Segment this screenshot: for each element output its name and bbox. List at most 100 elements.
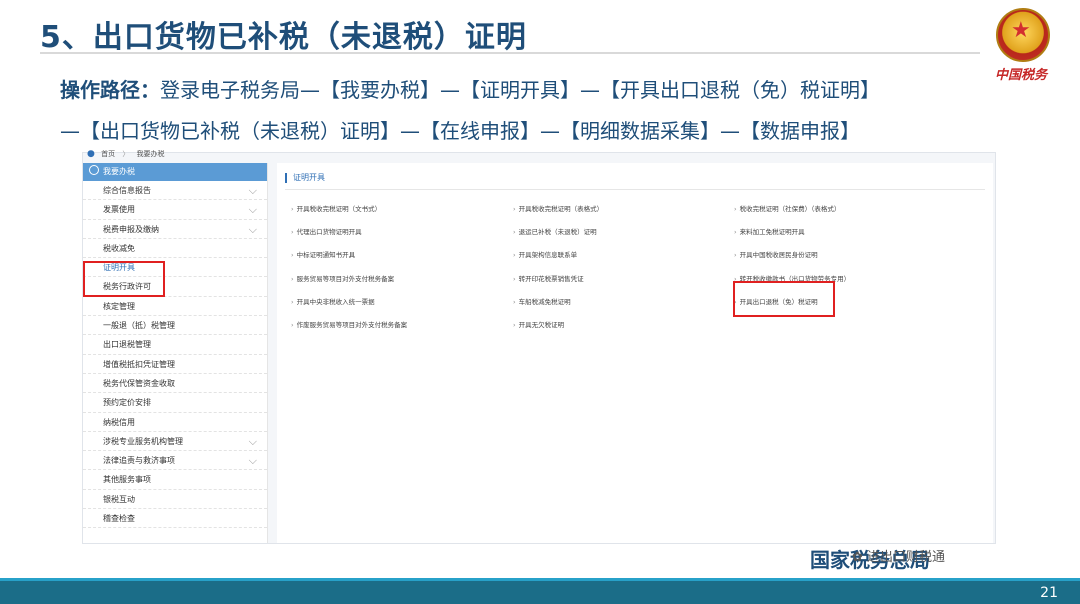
page-number: 21 (1040, 585, 1058, 601)
bullet-icon: › (291, 251, 294, 260)
sidebar-item[interactable]: 涉税专业服务机构管理 ⌵ (83, 432, 267, 452)
main-title: 证明开具 (285, 173, 325, 183)
sidebar-item-label: 核定管理 (103, 301, 135, 311)
sidebar-item[interactable]: 增值税抵扣凭证管理 (83, 355, 267, 374)
bullet-icon: › (513, 321, 516, 329)
bullet-icon: › (513, 228, 516, 237)
sidebar-menu: 综合信息报告 ⌵ 发票使用 ⌵ 税费申报及缴纳 ⌵ 税收减免 证明开具 税务行政许可 核定管理 一般… (83, 181, 267, 529)
sidebar-item[interactable]: 发票使用 ⌵ (83, 200, 267, 220)
certificate-link-label: 开具中国税收居民身份证明 (739, 251, 818, 260)
bullet-icon: › (291, 297, 294, 306)
certificate-link-label: 来料加工免税证明开具 (739, 228, 805, 237)
certificate-link-label: 转开印花税票销售凭证 (518, 274, 584, 283)
bullet-icon: › (734, 251, 737, 260)
sidebar-item-label: 一般退（抵）税管理 (103, 321, 175, 331)
main-panel: 证明开具 › 开具税收完税证明（文书式） › 开具税收完税证明（表格式） › 税收完税证明… (277, 163, 993, 543)
operation-path-label: 操作路径： (60, 78, 160, 102)
chevron-down-icon[interactable]: ⌵ (249, 451, 257, 470)
slide-title: 5、出口货物已补税（未退税）证明 (40, 20, 527, 55)
certificate-link[interactable]: › 服务贸易等项目对外支付税务备案 (291, 273, 394, 283)
certificate-link-label: 开具税收完税证明（文书式） (296, 205, 382, 213)
sidebar-item-label: 出口退税管理 (103, 340, 151, 350)
bullet-icon: › (291, 205, 294, 213)
sidebar-item[interactable]: 银税互动 (83, 490, 267, 510)
bullet-icon: › (291, 274, 294, 283)
certificate-link[interactable]: › 转开印花税票销售凭证 (513, 273, 584, 283)
sidebar-item[interactable]: 综合信息报告 ⌵ (83, 181, 267, 201)
certificate-link[interactable]: › 作废服务贸易等项目对外支付税务备案 (291, 319, 407, 329)
sidebar-item[interactable]: 核定管理 (83, 297, 267, 317)
sidebar-header-label: 我要办税 (103, 167, 135, 176)
sidebar-item-label: 涉税专业服务机构管理 (103, 436, 183, 446)
certificate-link[interactable]: › 中标证明通知书开具 (291, 249, 355, 259)
sidebar-item-label: 综合信息报告 (103, 186, 151, 195)
sidebar-item[interactable]: 预约定价安排 (83, 393, 267, 413)
certificate-link[interactable]: › 开具税收完税证明（表格式） (513, 203, 603, 213)
certificate-link[interactable]: › 代理出口货物证明开具 (291, 226, 362, 236)
sidebar-item[interactable]: 出口退税管理 (83, 335, 267, 355)
sidebar-item[interactable]: 税务代保管资金收取 (83, 374, 267, 394)
location-pin-icon: ● (87, 149, 95, 159)
certificate-link-label: 开具税收完税证明（表格式） (518, 205, 604, 213)
menu-icon (89, 165, 99, 175)
certificate-link-label: 开具无欠税证明 (518, 321, 565, 329)
certificate-link[interactable]: › 来料加工免税证明开具 (734, 226, 805, 236)
certificate-link[interactable]: › 开具架构信息联系单 (513, 249, 577, 259)
sidebar-item-label: 税务代保管资金收取 (103, 378, 175, 388)
bullet-icon: › (513, 205, 516, 213)
certificate-link-label: 代理出口货物证明开具 (296, 228, 362, 237)
bullet-icon: › (291, 228, 294, 237)
slide: 5、出口货物已补税（未退税）证明 ★ 中国税务 操作路径：登录电子税务局—【我要… (0, 0, 1080, 604)
bullet-icon: › (291, 321, 294, 329)
certificate-link[interactable]: › 退运已补税（未退税）证明 (513, 226, 597, 236)
sidebar-item-label: 纳税信用 (103, 417, 135, 427)
bullet-icon: › (513, 274, 516, 283)
certificate-link-label: 作废服务贸易等项目对外支付税务备案 (296, 321, 408, 329)
chevron-down-icon[interactable]: ⌵ (249, 200, 257, 219)
sidebar-item[interactable]: 一般退（抵）税管理 (83, 316, 267, 336)
sidebar-item-label: 税费申报及缴纳 (103, 224, 159, 234)
chevron-down-icon[interactable]: ⌵ (249, 220, 257, 239)
chevron-down-icon[interactable]: ⌵ (249, 181, 257, 200)
bullet-icon: › (513, 251, 516, 260)
sidebar-item-label: 稽查检查 (103, 514, 135, 524)
sidebar-item[interactable]: 税收减免 (83, 239, 267, 259)
certificate-link[interactable]: › 税收完税证明（社保费）（表格式） (734, 203, 840, 213)
breadcrumb-home[interactable]: 首页 (101, 150, 115, 158)
embedded-screenshot: ● 首页 〉 我要办税 我要办税 综合信息报告 ⌵ 发票使用 ⌵ 税费申报及缴纳 ⌵ 税收减… (82, 149, 996, 544)
certificate-link-label: 开具架构信息联系单 (518, 251, 578, 260)
certificate-link-label: 服务贸易等项目对外支付税务备案 (296, 274, 395, 283)
wechat-watermark: ✿ 进出口财税通 (852, 550, 946, 565)
certificate-link-label: 开具中央非税收入统一票据 (296, 297, 375, 306)
chevron-down-icon[interactable]: ⌵ (249, 432, 257, 451)
sidebar-item-label: 发票使用 (103, 205, 135, 215)
sidebar-item[interactable]: 稽查检查 (83, 509, 267, 529)
national-emblem-icon: ★ (996, 8, 1050, 62)
certificate-link[interactable]: › 开具中央非税收入统一票据 (291, 296, 375, 306)
highlight-box-export-refund (733, 281, 835, 317)
operation-path-line1: 操作路径：登录电子税务局—【我要办税】—【证明开具】—【开具出口退税（免）税证明… (60, 74, 880, 103)
certificate-link[interactable]: › 车船税减免税证明 (513, 296, 571, 306)
operation-path-text1: 登录电子税务局—【我要办税】—【证明开具】—【开具出口退税（免）税证明】 (160, 78, 880, 102)
certificate-link-label: 车船税减免税证明 (518, 297, 571, 306)
sidebar-item[interactable]: 法律追责与救济事项 ⌵ (83, 451, 267, 471)
certificate-link-label: 税收完税证明（社保费）（表格式） (739, 205, 841, 213)
certificate-link-label: 退运已补税（未退税）证明 (518, 228, 597, 237)
sidebar-item-label: 预约定价安排 (103, 398, 151, 408)
sidebar-item[interactable]: 税费申报及缴纳 ⌵ (83, 220, 267, 239)
sidebar-item-label: 税收减免 (103, 243, 135, 253)
sidebar-item[interactable]: 其他服务事项 (83, 470, 267, 490)
certificate-link[interactable]: › 开具税收完税证明（文书式） (291, 203, 381, 213)
certificate-link[interactable]: › 开具无欠税证明 (513, 319, 564, 329)
bullet-icon: › (734, 228, 737, 237)
tax-brand-logo: 中国税务 (995, 68, 1048, 83)
footer-bar: 21 (0, 578, 1080, 604)
main-divider (285, 189, 985, 190)
certificate-link[interactable]: › 开具中国税收居民身份证明 (734, 249, 818, 259)
highlight-box-sidebar (83, 261, 165, 297)
breadcrumb-current[interactable]: 我要办税 (137, 150, 165, 158)
wechat-icon: ✿ (852, 550, 868, 565)
title-divider (40, 52, 980, 54)
sidebar-header[interactable]: 我要办税 (83, 163, 267, 181)
sidebar-item[interactable]: 纳税信用 (83, 413, 267, 432)
